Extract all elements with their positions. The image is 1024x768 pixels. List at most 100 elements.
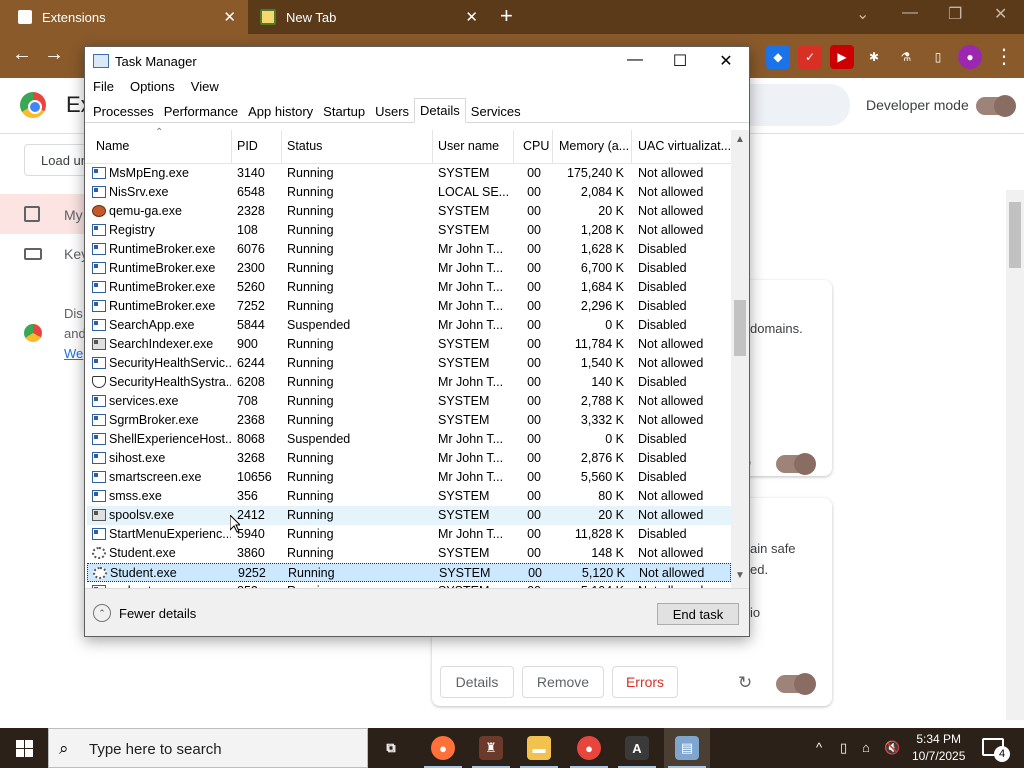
window-close-button[interactable]: ✕ [994,4,1007,24]
column-divider[interactable] [631,130,632,164]
tab-services[interactable]: Services [466,98,526,122]
tab-close-icon[interactable]: ✕ [223,8,236,26]
table-row[interactable]: services.exe 708 Running SYSTEM 00 2,788 K Not… [87,392,731,411]
menu-options[interactable]: Options [122,76,183,98]
app-window-icon [92,186,106,198]
details-button[interactable]: Details [440,666,514,698]
forward-arrow-icon[interactable]: → [44,43,64,66]
table-row[interactable]: smartscreen.exe 10656 Running Mr John T... 0… [87,468,731,487]
shield-extension-icon[interactable]: ◆ [766,44,790,69]
taskbar-search-box[interactable]: ⌕ Type here to search [48,728,368,768]
tab-new-tab[interactable]: New Tab ✕ [250,0,490,34]
fewer-details-link[interactable]: Fewer details [119,606,196,621]
checkbox-extension-icon[interactable]: ✓ [798,44,822,69]
page-scrollbar[interactable] [1006,190,1024,720]
column-divider[interactable] [513,130,514,164]
column-header-name[interactable]: Name [96,139,129,153]
errors-button[interactable]: Errors [612,666,678,698]
table-row[interactable]: NisSrv.exe 6548 Running LOCAL SE... 00 2,084 … [87,183,731,202]
tab-processes[interactable]: Processes [88,98,159,122]
table-row[interactable]: spoolsv.exe 2412 Running SYSTEM 00 20 K Not al… [87,506,731,525]
font-app-taskbar-icon[interactable]: A [614,728,660,768]
chevron-up-icon[interactable]: ⌃ [93,604,111,622]
tab-performance[interactable]: Performance [159,98,243,122]
task-manager-titlebar[interactable]: Task Manager — ☐ ✕ [85,47,749,76]
back-arrow-icon[interactable]: ← [12,43,32,66]
table-scrollbar-thumb[interactable] [734,300,746,356]
end-task-button[interactable]: End task [657,603,739,625]
column-header-cpu[interactable]: CPU [523,139,549,153]
start-button[interactable] [0,728,48,768]
extension-enable-toggle[interactable] [776,673,816,695]
volume-muted-icon[interactable]: 🔇 [884,740,900,756]
maximize-button[interactable]: ☐ [664,51,696,71]
chrome-taskbar-icon[interactable]: ● [566,728,612,768]
table-row[interactable]: RuntimeBroker.exe 5260 Running Mr John T...… [87,278,731,297]
menu-view[interactable]: View [183,76,227,98]
table-row[interactable]: StartMenuExperienc... 5940 Running Mr John … [87,525,731,544]
page-scrollbar-thumb[interactable] [1009,202,1021,268]
table-row[interactable]: Student.exe 9252 Running SYSTEM 00 5,120 K Not… [87,563,731,582]
tab-users[interactable]: Users [370,98,414,122]
table-row[interactable]: MsMpEng.exe 3140 Running SYSTEM 00 175,240 K N… [87,164,731,183]
column-header-memory[interactable]: Memory (a... [559,139,629,153]
table-row[interactable]: smss.exe 356 Running SYSTEM 00 80 K Not allowe… [87,487,731,506]
profile-avatar[interactable]: ● [958,44,982,69]
developer-mode-toggle[interactable] [976,95,1016,117]
tab-app-history[interactable]: App history [243,98,318,122]
table-row[interactable]: SecurityHealthServic... 6244 Running SYSTEM… [87,354,731,373]
column-header-uac-virtualization[interactable]: UAC virtualizat... [638,139,731,153]
column-divider[interactable] [281,130,282,164]
table-row[interactable]: SecurityHealthSystra... 6208 Running Mr Joh… [87,373,731,392]
tab-close-icon[interactable]: ✕ [465,8,478,26]
column-header-user-name[interactable]: User name [438,139,499,153]
window-restore-button[interactable]: ❐ [948,4,962,24]
table-row[interactable]: sihost.exe 3268 Running Mr John T... 00 2,876… [87,449,731,468]
tab-extensions[interactable]: Extensions ✕ [0,0,248,34]
battery-icon[interactable]: ▯ [840,740,847,756]
table-row[interactable]: RuntimeBroker.exe 6076 Running Mr John T...… [87,240,731,259]
file-explorer-taskbar-icon[interactable]: ▬ [516,728,562,768]
menu-file[interactable]: File [85,76,122,98]
table-scrollbar[interactable]: ▲ ▼ [731,130,749,588]
table-row[interactable]: qemu-ga.exe 2328 Running SYSTEM 00 20 K Not al… [87,202,731,221]
table-row[interactable]: SgrmBroker.exe 2368 Running SYSTEM 00 3,332 K… [87,411,731,430]
taskbar-clock[interactable]: 5:34 PM 10/7/2025 [912,731,965,765]
web-store-link[interactable]: We [64,346,83,361]
column-divider[interactable] [231,130,232,164]
scroll-down-icon[interactable]: ▼ [735,570,745,581]
minimize-button[interactable]: — [619,51,651,69]
network-icon[interactable]: ⌂ [862,740,870,755]
task-view-button[interactable]: ⧉ [368,728,414,768]
tray-chevron-icon[interactable]: ^ [816,740,822,755]
tab-details[interactable]: Details [414,98,466,123]
table-row[interactable]: Student.exe 3860 Running SYSTEM 00 148 K Not a… [87,544,731,563]
column-divider[interactable] [552,130,553,164]
sidepanel-icon[interactable]: ▯ [926,44,950,69]
firefox-taskbar-icon[interactable]: ● [420,728,466,768]
column-header-status[interactable]: Status [287,139,322,153]
tab-startup[interactable]: Startup [318,98,370,122]
task-manager-taskbar-icon[interactable]: ▤ [664,728,710,768]
window-minimize-button[interactable]: — [902,4,918,22]
column-divider[interactable] [432,130,433,164]
table-row[interactable]: Registry 108 Running SYSTEM 00 1,208 K Not all… [87,221,731,240]
scroll-up-icon[interactable]: ▲ [735,134,745,145]
remove-button[interactable]: Remove [522,666,604,698]
flask-extension-icon[interactable]: ⚗ [894,44,918,69]
table-row[interactable]: SearchIndexer.exe 900 Running SYSTEM 00 11,78… [87,335,731,354]
tab-search-chevron-icon[interactable]: ⌄ [856,4,869,24]
new-tab-button[interactable]: + [500,3,513,29]
column-header-pid[interactable]: PID [237,139,258,153]
close-button[interactable]: ✕ [710,51,742,71]
play-extension-icon[interactable]: ▶ [830,44,854,69]
reload-icon[interactable]: ↻ [738,673,752,693]
table-row[interactable]: RuntimeBroker.exe 7252 Running Mr John T...… [87,297,731,316]
table-row[interactable]: ShellExperienceHost.... 8068 Suspended Mr J… [87,430,731,449]
extension-enable-toggle[interactable] [776,453,816,475]
table-row[interactable]: RuntimeBroker.exe 2300 Running Mr John T...… [87,259,731,278]
chrome-menu-icon[interactable]: ⋮ [994,44,1014,69]
table-row[interactable]: SearchApp.exe 5844 Suspended Mr John T... 00… [87,316,731,335]
game-taskbar-icon[interactable]: ♜ [468,728,514,768]
puzzle-extension-icon[interactable]: ✱ [862,44,886,69]
